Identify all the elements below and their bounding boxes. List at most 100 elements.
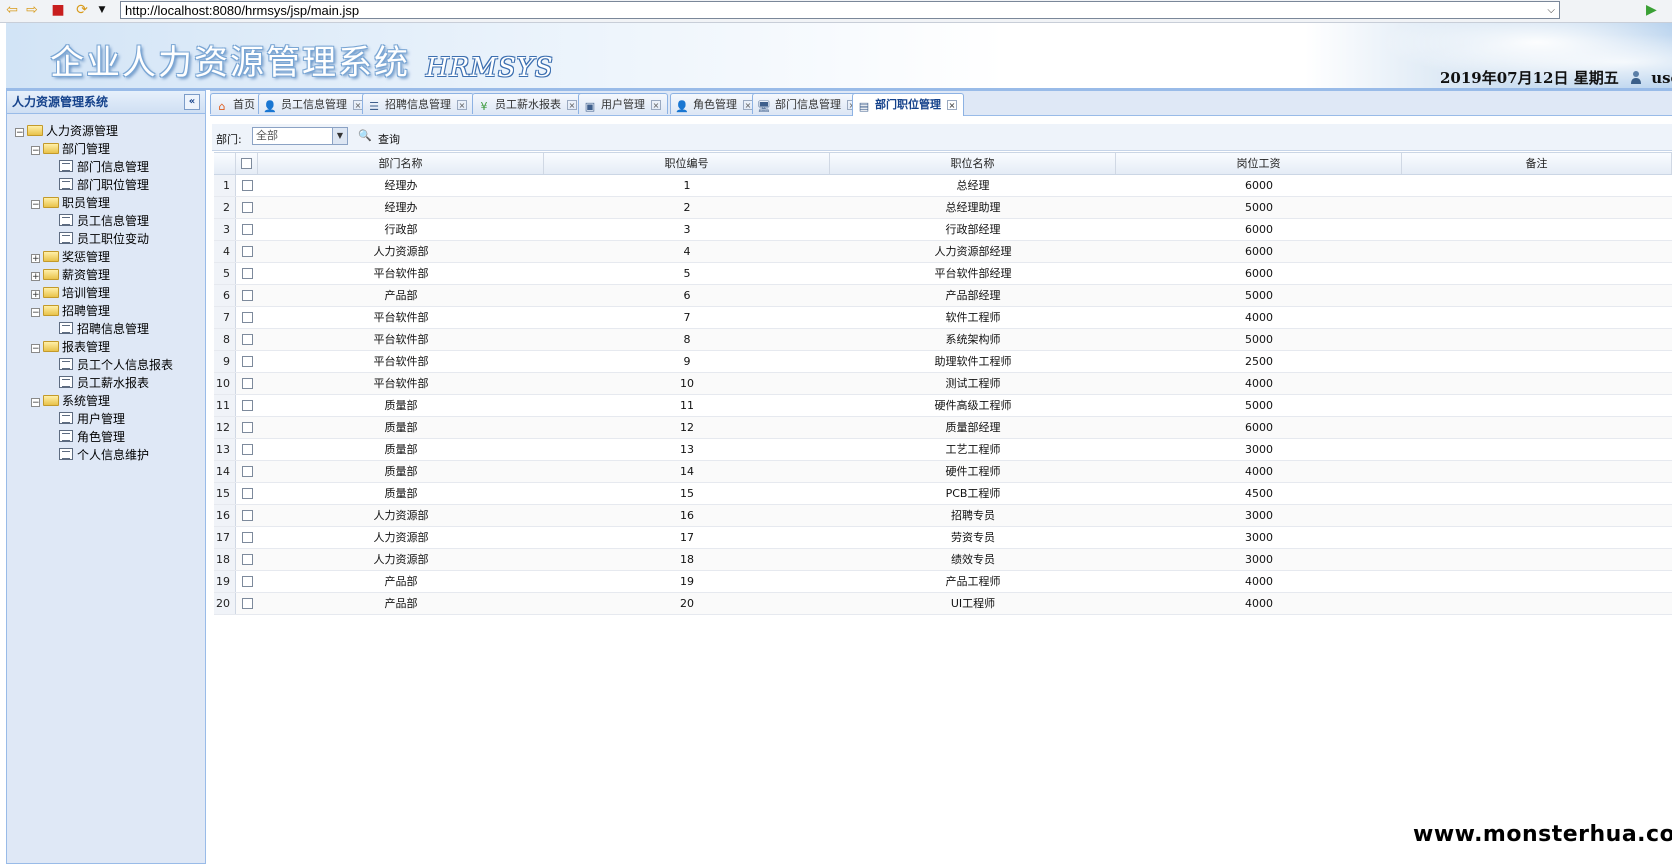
tab[interactable]: 🖥部门信息管理×: [752, 93, 864, 114]
tree-folder-node[interactable]: − 部门管理: [15, 140, 205, 158]
row-checkbox[interactable]: [241, 356, 253, 367]
column-header[interactable]: 职位编号: [544, 153, 830, 174]
row-checkbox[interactable]: [241, 224, 253, 235]
tree-folder-node[interactable]: − 职员管理: [15, 194, 205, 212]
expand-icon[interactable]: +: [31, 272, 40, 282]
tab[interactable]: ¥ 员工薪水报表 ×: [472, 93, 584, 114]
close-icon[interactable]: ×: [947, 100, 957, 110]
table-row[interactable]: 11 质量部 11 硬件高级工程师 5000: [214, 395, 1672, 417]
tree-leaf-node[interactable]: 员工薪水报表: [15, 374, 205, 392]
column-header[interactable]: 职位名称: [830, 153, 1116, 174]
row-checkbox[interactable]: [241, 554, 253, 565]
collapse-sidebar-icon[interactable]: «: [184, 94, 200, 110]
column-header[interactable]: 岗位工资: [1116, 153, 1402, 174]
chevron-down-icon[interactable]: ▼: [332, 128, 347, 144]
tree-leaf-node[interactable]: 员工信息管理: [15, 212, 205, 230]
tab[interactable]: ☰ 招聘信息管理 ×: [362, 93, 474, 114]
tree-leaf-node[interactable]: 部门职位管理: [15, 176, 205, 194]
tree-leaf-node[interactable]: 角色管理: [15, 428, 205, 446]
row-checkbox[interactable]: [241, 488, 253, 499]
close-icon[interactable]: ×: [457, 100, 467, 110]
tree-folder-node[interactable]: + 薪资管理: [15, 266, 205, 284]
tree-folder-node[interactable]: − 人力资源管理: [15, 122, 205, 140]
table-row[interactable]: 13 质量部 13 工艺工程师 3000: [214, 439, 1672, 461]
table-row[interactable]: 16 人力资源部 16 招聘专员 3000: [214, 505, 1672, 527]
collapse-icon[interactable]: −: [15, 128, 24, 138]
table-row[interactable]: 2 经理办 2 总经理助理 5000: [214, 197, 1672, 219]
table-row[interactable]: 14 质量部 14 硬件工程师 4000: [214, 461, 1672, 483]
collapse-icon[interactable]: −: [31, 308, 40, 318]
row-checkbox[interactable]: [241, 444, 253, 455]
tree-leaf-node[interactable]: 部门信息管理: [15, 158, 205, 176]
row-checkbox[interactable]: [241, 466, 253, 477]
tab[interactable]: ⌂ 首页: [210, 93, 262, 114]
row-checkbox[interactable]: [241, 378, 253, 389]
row-checkbox[interactable]: [241, 532, 253, 543]
row-checkbox[interactable]: [241, 202, 253, 213]
row-checkbox[interactable]: [241, 400, 253, 411]
collapse-icon[interactable]: −: [31, 344, 40, 354]
address-dropdown-icon[interactable]: ⌵: [1547, 2, 1555, 20]
table-row[interactable]: 5 平台软件部 5 平台软件部经理 6000: [214, 263, 1672, 285]
column-header[interactable]: 备注: [1402, 153, 1672, 174]
stop-icon[interactable]: ■: [50, 2, 66, 18]
expand-icon[interactable]: +: [31, 254, 40, 264]
back-arrow-icon[interactable]: ⇦: [4, 2, 20, 18]
table-row[interactable]: 18 人力资源部 18 绩效专员 3000: [214, 549, 1672, 571]
tree-folder-node[interactable]: + 奖惩管理: [15, 248, 205, 266]
row-checkbox[interactable]: [241, 576, 253, 587]
tree-leaf-node[interactable]: 用户管理: [15, 410, 205, 428]
table-row[interactable]: 9 平台软件部 9 助理软件工程师 2500: [214, 351, 1672, 373]
row-checkbox[interactable]: [241, 422, 253, 433]
row-checkbox[interactable]: [241, 334, 253, 345]
row-checkbox[interactable]: [241, 246, 253, 257]
tree-folder-node[interactable]: − 报表管理: [15, 338, 205, 356]
collapse-icon[interactable]: −: [31, 398, 40, 408]
tree-leaf-node[interactable]: 员工个人信息报表: [15, 356, 205, 374]
row-checkbox[interactable]: [241, 268, 253, 279]
tree-leaf-node[interactable]: 个人信息维护: [15, 446, 205, 464]
table-row[interactable]: 20 产品部 20 UI工程师 4000: [214, 593, 1672, 615]
tree-leaf-node[interactable]: 招聘信息管理: [15, 320, 205, 338]
row-checkbox[interactable]: [241, 598, 253, 609]
tree-folder-node[interactable]: + 培训管理: [15, 284, 205, 302]
table-row[interactable]: 1 经理办 1 总经理 6000: [214, 175, 1672, 197]
tab[interactable]: ▤ 部门职位管理 ×: [852, 93, 964, 116]
go-icon[interactable]: ▶: [1646, 2, 1657, 18]
history-dropdown-icon[interactable]: ▼: [94, 2, 110, 18]
collapse-icon[interactable]: −: [31, 146, 40, 156]
table-cell: [1402, 483, 1672, 504]
search-icon[interactable]: 🔍: [358, 129, 372, 143]
row-checkbox[interactable]: [241, 180, 253, 191]
column-header[interactable]: 部门名称: [258, 153, 544, 174]
table-row[interactable]: 19 产品部 19 产品工程师 4000: [214, 571, 1672, 593]
row-checkbox[interactable]: [241, 290, 253, 301]
row-checkbox[interactable]: [241, 312, 253, 323]
table-row[interactable]: 7 平台软件部 7 软件工程师 4000: [214, 307, 1672, 329]
tab[interactable]: ▣ 用户管理 ×: [578, 93, 668, 114]
dept-select[interactable]: 全部 ▼: [252, 127, 348, 145]
table-row[interactable]: 17 人力资源部 17 劳资专员 3000: [214, 527, 1672, 549]
row-checkbox[interactable]: [241, 510, 253, 521]
table-row[interactable]: 10 平台软件部 10 测试工程师 4000: [214, 373, 1672, 395]
collapse-icon[interactable]: −: [31, 200, 40, 210]
select-all-checkbox[interactable]: [241, 158, 252, 169]
tree-folder-node[interactable]: − 系统管理: [15, 392, 205, 410]
tree-folder-node[interactable]: − 招聘管理: [15, 302, 205, 320]
refresh-icon[interactable]: ⟳: [74, 2, 90, 18]
address-bar[interactable]: http://localhost:8080/hrmsys/jsp/main.js…: [120, 1, 1560, 19]
table-row[interactable]: 8 平台软件部 8 系统架构师 5000: [214, 329, 1672, 351]
tab[interactable]: 👤 员工信息管理 ×: [258, 93, 370, 114]
tree-leaf-node[interactable]: 员工职位变动: [15, 230, 205, 248]
table-row[interactable]: 6 产品部 6 产品部经理 5000: [214, 285, 1672, 307]
tab[interactable]: 👤 角色管理 ×: [670, 93, 760, 114]
table-row[interactable]: 12 质量部 12 质量部经理 6000: [214, 417, 1672, 439]
close-icon[interactable]: ×: [567, 100, 577, 110]
table-row[interactable]: 3 行政部 3 行政部经理 6000: [214, 219, 1672, 241]
close-icon[interactable]: ×: [651, 100, 661, 110]
table-row[interactable]: 4 人力资源部 4 人力资源部经理 6000: [214, 241, 1672, 263]
forward-arrow-icon[interactable]: ⇨: [24, 2, 40, 18]
table-row[interactable]: 15 质量部 15 PCB工程师 4500: [214, 483, 1672, 505]
expand-icon[interactable]: +: [31, 290, 40, 300]
search-button[interactable]: 查询: [378, 131, 400, 147]
